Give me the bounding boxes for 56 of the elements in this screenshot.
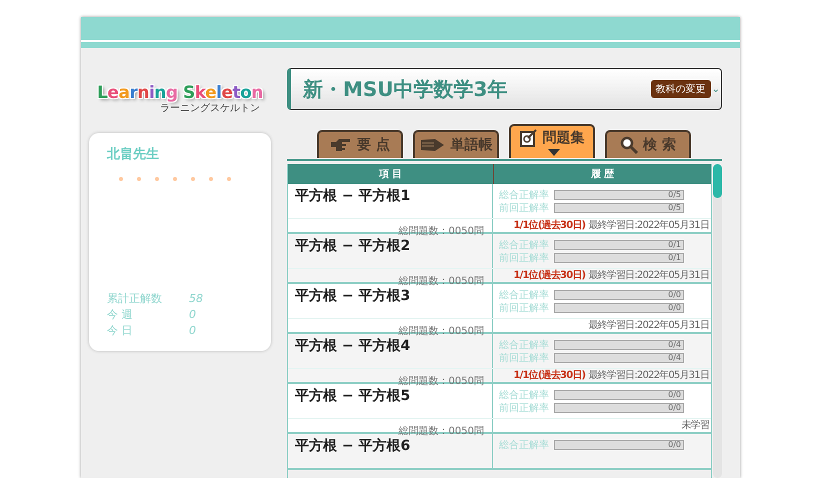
rate-label: 総合正解率 [499,188,550,202]
table-row[interactable]: 平方根 − 平方根6 総合正解率 0/0 [288,434,711,470]
rate-reading: 0/5 [668,204,682,212]
rate-reading: 0/1 [668,240,682,248]
rate-reading: 0/0 [668,404,682,412]
tag-icon [420,138,446,152]
problem-set-title: 平方根 − 平方根5 [288,384,493,418]
last-study-date: 最終学習日:2022年05月31日 [588,320,709,332]
change-subject-button[interactable]: 教科の変更 [650,80,711,98]
problem-set-title: 平方根 − 平方根3 [288,284,493,318]
rate-reading: 0/0 [668,390,682,398]
rate-label: 総合正解率 [499,438,550,452]
column-header: 履 歴 [590,168,616,182]
rate-label: 総合正解率 [499,288,550,302]
rate-label: 総合正解率 [499,388,550,402]
rate-label: 前回正解率 [499,352,550,364]
rate-label: 前回正解率 [499,302,550,314]
stat-label: 今 週 [107,307,134,323]
rate-label: 総合正解率 [499,238,550,252]
rate-reading: 0/1 [668,254,682,262]
user-name: 北畠先生 [107,146,160,163]
logo-text: Learning Skeleton [97,83,263,103]
rate-reading: 0/0 [668,290,682,298]
logo-subtitle: ラーニングスケルトン [160,103,260,114]
scrollbar[interactable] [713,164,722,478]
problem-set-title: 平方根 − 平方根2 [288,234,493,268]
problem-set-title: 平方根 − 平方根1 [288,184,493,218]
rate-label: 前回正解率 [499,202,550,214]
rank-text: 1/1位(過去30日) [514,370,586,382]
rate-reading: 0/4 [668,340,682,348]
stat-label: 今 日 [107,323,134,339]
rate-reading: 0/0 [668,440,682,448]
last-study-date: 最終学習日:2022年05月31日 [588,370,709,382]
stat-value: 0 [189,323,196,339]
rate-label: 前回正解率 [499,402,550,414]
rate-label: 前回正解率 [499,252,550,264]
rate-reading: 0/0 [668,304,682,312]
rank-text: 1/1位(過去30日) [514,220,586,232]
tab[interactable]: 問題集 [509,124,595,158]
problem-set-title: 平方根 − 平方根4 [288,334,493,368]
problem-set-title: 平方根 − 平方根6 [288,434,493,468]
rank-text: 1/1位(過去30日) [514,270,586,282]
pointing-hand-icon [330,138,352,152]
rate-reading: 0/4 [668,354,682,362]
stat-value: 58 [189,291,203,307]
notepad-icon [520,129,538,147]
last-study-date: 最終学習日:2022年05月31日 [588,270,709,282]
stat-value: 0 [189,307,196,323]
subject-title: 新・MSU中学数学3年 [303,76,508,102]
rate-reading: 0/5 [668,190,682,198]
rate-label: 総合正解率 [499,338,550,352]
scrollbar-thumb[interactable] [713,164,722,198]
stat-label: 累計正解数 [107,291,163,307]
last-study-date: 未学習 [681,420,709,432]
search-icon [620,136,638,154]
last-study-date: 最終学習日:2022年05月31日 [588,220,709,232]
